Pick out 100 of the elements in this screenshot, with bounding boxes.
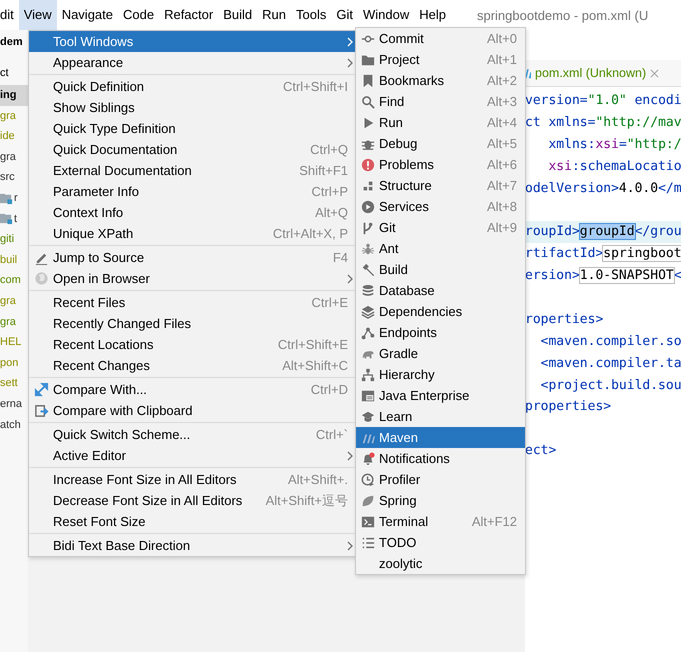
code-token: properties> — [525, 399, 612, 414]
menu-item[interactable]: Commit Alt+0 — [356, 28, 525, 49]
tree-row[interactable]: giti — [0, 229, 28, 250]
menu-bar-item[interactable]: Refactor — [159, 0, 218, 30]
menu-bar-item[interactable]: Build — [218, 0, 258, 30]
menu-item[interactable]: Reset Font Size — [29, 511, 356, 532]
menu-item[interactable]: Ant — [356, 238, 525, 259]
menu-item[interactable]: Active Editor — [29, 445, 356, 466]
menu-item[interactable]: Notifications — [356, 448, 525, 469]
menu-item[interactable]: Debug Alt+5 — [356, 133, 525, 154]
menu-item[interactable]: zoolytic — [356, 553, 525, 574]
menu-item[interactable]: Recent Changes Alt+Shift+C — [29, 355, 356, 376]
code-token: odelVersion> — [525, 180, 619, 196]
menu-item[interactable]: Bidi Text Base Direction — [29, 535, 356, 556]
menu-item[interactable]: Quick Documentation Ctrl+Q — [29, 139, 356, 160]
menu-item[interactable]: Quick Definition Ctrl+Shift+I — [29, 76, 356, 97]
menu-item[interactable]: Java Enterprise — [356, 385, 525, 406]
folder-icon — [0, 212, 13, 226]
tree-row[interactable]: src — [0, 167, 28, 188]
tree-row[interactable]: erna — [0, 394, 28, 414]
code-token: groupId — [580, 224, 635, 240]
menu-item[interactable]: Show Siblings — [29, 97, 356, 118]
menu-item[interactable]: Endpoints — [356, 322, 525, 343]
code-token: :schemaLocatio — [572, 158, 681, 174]
project-name: dem — [0, 35, 24, 50]
layers-icon — [360, 304, 374, 318]
tree-row[interactable]: atch — [0, 414, 28, 436]
menu-bar-item[interactable]: Help — [414, 0, 451, 30]
code-token: xmlns= — [548, 114, 596, 130]
tree-row[interactable]: t — [0, 208, 28, 230]
menu-item[interactable]: Appearance — [29, 52, 356, 73]
code-token: roupId> — [525, 224, 580, 240]
menu-item[interactable]: Learn — [356, 406, 525, 427]
tree-row[interactable]: r — [0, 188, 28, 209]
menu-item[interactable]: Tool Windows — [29, 31, 356, 52]
panel-tab[interactable]: ct — [0, 63, 28, 83]
play-circle-icon — [360, 200, 374, 214]
menu-item[interactable]: Run Alt+4 — [356, 112, 525, 133]
ant-icon — [360, 242, 374, 256]
tree-row[interactable]: gra — [0, 146, 28, 168]
menu-item[interactable]: Bookmarks Alt+2 — [356, 70, 525, 91]
menu-item[interactable]: Recent Locations Ctrl+Shift+E — [29, 334, 356, 355]
menu-item[interactable]: Hierarchy — [356, 364, 525, 385]
close-icon[interactable] — [650, 68, 660, 78]
menu-item[interactable]: Recently Changed Files — [29, 313, 356, 334]
menu-item[interactable]: Build — [356, 259, 525, 280]
menu-item[interactable]: Dependencies — [356, 301, 525, 322]
menu-item[interactable]: Recent Files Ctrl+E — [29, 292, 356, 313]
menu-item[interactable]: Context Info Alt+Q — [29, 202, 356, 223]
menu-item[interactable]: Git Alt+9 — [356, 217, 525, 238]
code-token: encodi — [634, 93, 681, 108]
menu-item[interactable]: Project Alt+1 — [356, 49, 525, 70]
menu-item[interactable]: Find Alt+3 — [356, 91, 525, 112]
code-token: <maven.compiler.so — [540, 334, 681, 349]
menu-item[interactable]: Compare With... Ctrl+D — [29, 379, 356, 400]
menu-item[interactable]: Spring — [356, 490, 525, 511]
menu-item[interactable]: Problems Alt+6 — [356, 154, 525, 175]
menu-item[interactable]: Quick Switch Scheme... Ctrl+` — [29, 424, 356, 445]
menu-bar-item[interactable]: Run — [257, 0, 291, 30]
menu-bar-item[interactable]: Tools — [291, 0, 332, 30]
list-icon — [360, 536, 374, 550]
tree-row[interactable]: ing — [0, 85, 28, 106]
error-icon — [360, 158, 374, 172]
menu-item[interactable]: Gradle — [356, 343, 525, 364]
code-token: ct — [525, 114, 542, 130]
menu-item[interactable]: Increase Font Size in All Editors Alt+Shift+. — [29, 469, 356, 490]
menu-item[interactable]: Services Alt+8 — [356, 196, 525, 217]
menu-item[interactable]: Quick Type Definition — [29, 118, 356, 139]
code-token: ect> — [525, 443, 556, 458]
menu-item[interactable]: Maven — [356, 427, 525, 448]
tree-row[interactable]: gra — [0, 312, 28, 332]
menu-item[interactable]: External Documentation Shift+F1 — [29, 160, 356, 181]
code-token: "http:/ — [626, 136, 681, 152]
menu-item[interactable]: Jump to Source F4 — [29, 247, 356, 268]
menu-item[interactable]: Profiler — [356, 469, 525, 490]
menu-item[interactable]: Open in Browser — [29, 268, 356, 289]
menu-item[interactable]: Parameter Info Ctrl+P — [29, 181, 356, 202]
menu-item[interactable]: Decrease Font Size in All Editors Alt+Shift+逗号 — [29, 490, 356, 511]
menu-item[interactable]: Unique XPath Ctrl+Alt+X, P — [29, 223, 356, 244]
nodes-icon — [360, 326, 374, 340]
menu-bar-item[interactable]: Code — [118, 0, 160, 30]
code-token: rtifactId> — [525, 246, 604, 262]
compare-arrows-icon — [34, 382, 48, 397]
menu-bar-item[interactable]: dit — [0, 0, 19, 30]
menu-bar-item[interactable]: Navigate — [56, 0, 118, 30]
code-token: 1.0-SNAPSHOT — [580, 268, 674, 284]
menu-bar-item[interactable]: View — [18, 0, 57, 30]
tree-row[interactable]: com — [0, 270, 28, 291]
menu-item[interactable]: Terminal Alt+F12 — [356, 511, 525, 532]
clipboard-arrow-icon — [34, 403, 48, 418]
menu-item[interactable]: Database — [356, 280, 525, 301]
slanted-bars-icon — [525, 67, 531, 79]
menu-bar-item[interactable]: Window — [358, 0, 414, 30]
menu-item[interactable]: Structure Alt+7 — [356, 175, 525, 196]
database-icon — [360, 284, 374, 298]
menu-item[interactable]: Compare with Clipboard — [29, 400, 356, 421]
code-token: xsi — [547, 158, 572, 174]
menu-bar-item[interactable]: Git — [331, 0, 358, 30]
code-token: </m — [658, 180, 681, 196]
menu-item[interactable]: TODO — [356, 532, 525, 553]
